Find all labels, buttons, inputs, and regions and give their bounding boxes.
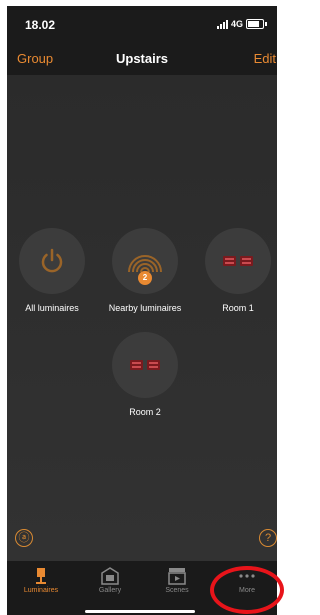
battery-icon: [246, 19, 264, 29]
network-type: 4G: [230, 19, 243, 29]
tile-circle[interactable]: [205, 228, 271, 294]
tab-label: Luminaires: [23, 587, 59, 594]
nearby-count-badge: 2: [138, 271, 152, 285]
tile-label: All luminaires: [25, 303, 79, 313]
battery-tip: [265, 22, 267, 26]
room-icon: [223, 256, 253, 266]
edit-button[interactable]: Edit: [254, 51, 276, 66]
tile-room-2[interactable]: Room 2: [100, 332, 190, 417]
account-icon[interactable]: ⓐ: [15, 529, 33, 547]
tile-room-1[interactable]: Room 1: [193, 228, 277, 313]
room-icon: [130, 360, 160, 370]
tile-circle[interactable]: 2: [112, 228, 178, 294]
highlight-circle-annotation: [210, 566, 284, 614]
app-screen: 18.02 4G Group Upstairs Edit All luminai…: [7, 6, 277, 615]
home-indicator[interactable]: [85, 610, 195, 613]
gallery-icon: [101, 567, 119, 585]
tile-label: Nearby luminaires: [108, 303, 182, 313]
clapperboard-icon: [168, 568, 186, 585]
tile-label: Room 2: [129, 407, 161, 417]
tab-label: Scenes: [165, 587, 189, 594]
power-icon: [41, 248, 63, 273]
help-icon[interactable]: ?: [259, 529, 277, 547]
status-indicators: 4G: [216, 18, 267, 30]
lamp-icon: [36, 568, 46, 584]
tab-gallery[interactable]: Gallery: [80, 567, 140, 594]
tab-luminaires[interactable]: Luminaires: [11, 567, 71, 594]
content-area: All luminaires 2 Nearby luminaires Room …: [7, 75, 277, 561]
page-title: Upstairs: [115, 51, 169, 66]
tab-scenes[interactable]: Scenes: [147, 567, 207, 594]
tile-all-luminaires[interactable]: All luminaires: [7, 228, 97, 313]
tile-label: Room 1: [222, 303, 254, 313]
top-bar: 18.02 4G Group Upstairs Edit: [7, 6, 277, 75]
signal-icon: [216, 19, 228, 29]
status-time: 18.02: [25, 18, 56, 32]
tab-label: Gallery: [98, 587, 122, 594]
tile-circle[interactable]: [112, 332, 178, 398]
tile-circle[interactable]: [19, 228, 85, 294]
tile-nearby-luminaires[interactable]: 2 Nearby luminaires: [100, 228, 190, 313]
